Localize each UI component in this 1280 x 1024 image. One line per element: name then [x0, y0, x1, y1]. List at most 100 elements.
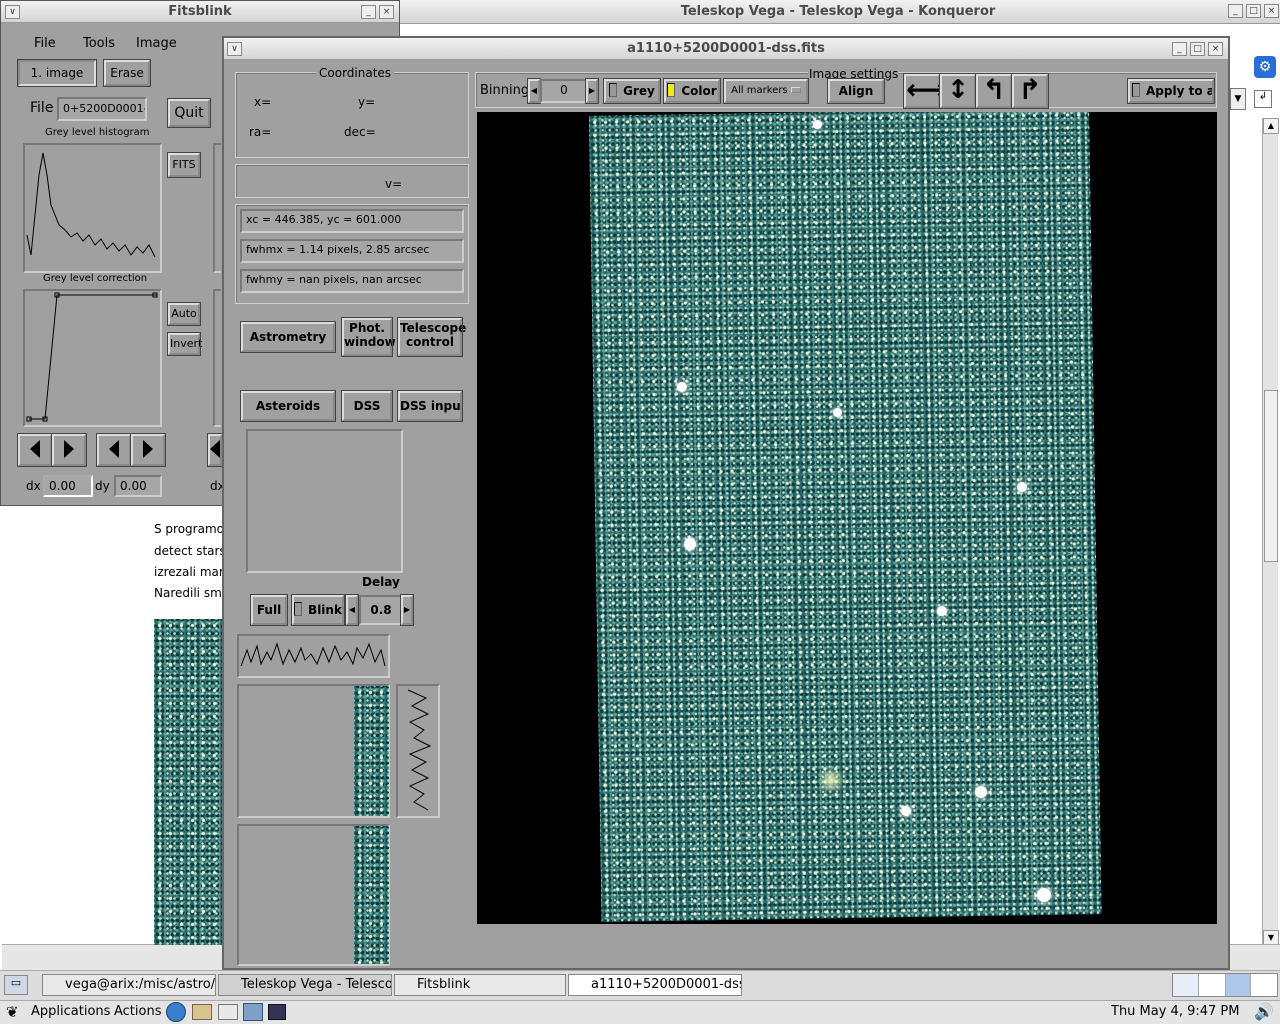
page-text-line: detect stars: [154, 544, 226, 558]
bright-star: [677, 382, 687, 392]
dss-titlebar[interactable]: a1110+5200D0001-dss.fits: [224, 38, 1228, 60]
binning-decrease-button[interactable]: ◀: [527, 78, 541, 104]
minimize-icon[interactable]: _: [1172, 42, 1187, 56]
konqueror-titlebar[interactable]: Teleskop Vega - Teleskop Vega - Konquero…: [396, 0, 1280, 24]
histogram-title: Grey level histogram: [45, 127, 150, 138]
maximize-icon[interactable]: □: [1246, 4, 1261, 18]
delay-decrease-button[interactable]: ◀: [345, 594, 359, 626]
taskbar-item-konqueror[interactable]: Teleskop Vega - Telescop: [218, 974, 392, 996]
dec-label: dec=: [344, 125, 376, 139]
binning-field[interactable]: 0: [540, 79, 588, 103]
arrow-right-icon: [64, 440, 74, 458]
galaxy-smudge: [817, 766, 845, 794]
correction-plot: [23, 289, 162, 427]
dss-input-button[interactable]: DSS input: [397, 390, 463, 422]
browser-launcher-icon[interactable]: [166, 1002, 186, 1022]
volume-icon[interactable]: 🔊: [1254, 1002, 1274, 1021]
auto-button[interactable]: Auto: [167, 302, 201, 326]
filer-launcher-icon[interactable]: [243, 1003, 263, 1021]
dx-field[interactable]: 0.00: [43, 475, 93, 497]
editor-launcher-icon[interactable]: [218, 1004, 238, 1020]
rotate-right-button[interactable]: ↱: [1011, 73, 1049, 109]
shift3-left-button[interactable]: [207, 433, 223, 467]
fits-button[interactable]: FITS: [167, 152, 201, 178]
dy-field[interactable]: 0.00: [114, 475, 162, 497]
blink-checkbox[interactable]: [294, 602, 303, 616]
taskbar-item-dss[interactable]: a1110+5200D0001-dss.fits: [568, 974, 742, 996]
arrow-left-icon: [210, 440, 220, 458]
delay-field[interactable]: 0.8: [359, 595, 403, 625]
file-field[interactable]: 0+5200D0001-ds: [57, 97, 147, 121]
fitsblink-titlebar[interactable]: Fitsblink: [1, 1, 399, 23]
dss-button[interactable]: DSS: [341, 390, 393, 422]
astrometry-button[interactable]: Astrometry: [240, 321, 336, 353]
menu-tools[interactable]: Tools: [83, 36, 115, 51]
asteroids-button[interactable]: Asteroids: [240, 390, 336, 422]
bright-star: [684, 538, 696, 550]
x-label: x=: [254, 95, 272, 109]
cut-image-2: [354, 826, 389, 964]
close-icon[interactable]: ×: [1264, 4, 1279, 18]
applications-menu[interactable]: Applications: [31, 1004, 110, 1019]
menu-image[interactable]: Image: [136, 36, 177, 51]
toolbar-gear-icon[interactable]: ⚙: [1254, 56, 1276, 78]
flip-horizontal-button[interactable]: ⟷: [903, 73, 946, 109]
minimize-icon[interactable]: _: [1228, 4, 1243, 18]
preview-box: [246, 429, 403, 573]
taskbar-item-fitsblink[interactable]: Fitsblink: [394, 974, 566, 996]
align-button[interactable]: Align: [827, 78, 885, 104]
arrow-left-icon: [109, 440, 119, 458]
shift2-right-button[interactable]: [130, 433, 166, 467]
shift-right-button[interactable]: [51, 433, 87, 467]
erase-button[interactable]: Erase: [103, 59, 151, 87]
dropdown-icon: [790, 87, 801, 93]
grey-label: Grey: [623, 84, 655, 98]
menu-file[interactable]: File: [34, 36, 56, 51]
close-icon[interactable]: ×: [379, 5, 394, 19]
full-button[interactable]: Full: [250, 594, 288, 626]
page-text-line: izrezali mar: [154, 565, 224, 579]
shift2-left-button[interactable]: [96, 433, 132, 467]
apply-to-all-button[interactable]: Apply to all: [1127, 78, 1215, 104]
apply-checkbox[interactable]: [1132, 83, 1140, 97]
window-menu-icon[interactable]: ∨: [227, 42, 242, 56]
scrollbar-thumb[interactable]: [1264, 390, 1278, 562]
minimize-icon[interactable]: _: [361, 5, 376, 19]
mail-launcher-icon[interactable]: [192, 1004, 212, 1020]
shift-left-button[interactable]: [17, 433, 53, 467]
maximize-icon[interactable]: □: [1190, 42, 1205, 56]
vertical-scrollbar[interactable]: ▲ ▼: [1262, 118, 1279, 946]
rotate-left-button[interactable]: ↰: [975, 73, 1013, 109]
blink-label: Blink: [308, 603, 342, 617]
gnome-foot-icon[interactable]: ❦: [6, 1003, 19, 1021]
flip-vertical-button[interactable]: ↕: [939, 73, 977, 109]
delay-increase-button[interactable]: ▶: [400, 594, 414, 626]
correction-curve: [26, 292, 158, 422]
grey-button[interactable]: Grey: [603, 78, 661, 104]
markers-select[interactable]: All markers: [723, 78, 809, 104]
close-icon[interactable]: ×: [1208, 42, 1223, 56]
location-dropdown[interactable]: ▼: [1230, 88, 1246, 110]
actions-menu[interactable]: Actions: [114, 1004, 162, 1019]
show-desktop-icon[interactable]: ▭: [4, 975, 28, 995]
binning-increase-button[interactable]: ▶: [585, 78, 599, 104]
image-select-button[interactable]: 1. image: [17, 59, 97, 87]
color-checkbox[interactable]: [667, 83, 676, 97]
invert-button[interactable]: Invert: [167, 332, 202, 356]
grey-checkbox[interactable]: [609, 83, 618, 97]
image-canvas[interactable]: [477, 112, 1217, 924]
second-histogram-plot: [213, 143, 221, 273]
location-clear-icon[interactable]: ↲: [1254, 90, 1272, 108]
workspace-switcher[interactable]: [1172, 973, 1278, 997]
delay-label: Delay: [362, 575, 400, 589]
telescope-control-button[interactable]: Telescope control: [397, 317, 466, 357]
arrow-left-icon: [30, 440, 40, 458]
taskbar-item-terminal[interactable]: vega@arix:/misc/astro/da: [42, 974, 216, 996]
phot-window-button[interactable]: Phot. window: [341, 317, 396, 357]
terminal-launcher-icon[interactable]: [268, 1004, 286, 1020]
clock[interactable]: Thu May 4, 9:47 PM: [1111, 1004, 1239, 1019]
color-button[interactable]: Color: [663, 78, 721, 104]
window-menu-icon[interactable]: ∨: [5, 5, 20, 19]
quit-button[interactable]: Quit: [167, 98, 211, 128]
blink-button[interactable]: Blink: [291, 594, 345, 626]
